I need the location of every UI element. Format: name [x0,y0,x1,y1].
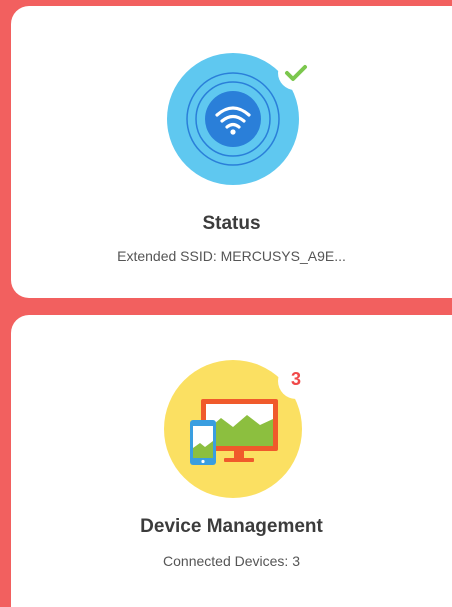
status-card[interactable]: Status Extended SSID: MERCUSYS_A9E... [11,6,452,298]
device-count-badge-text: 3 [290,369,301,389]
device-management-title: Device Management [140,516,323,537]
status-title: Status [202,213,261,234]
extended-ssid-text: Extended SSID: MERCUSYS_A9E... [117,248,346,264]
checkmark-icon [278,56,312,90]
connected-devices-text: Connected Devices: 3 [163,553,300,569]
device-management-card[interactable]: 3 Device Management Connected Devices: 3 [11,315,452,607]
phone-icon [190,420,216,465]
